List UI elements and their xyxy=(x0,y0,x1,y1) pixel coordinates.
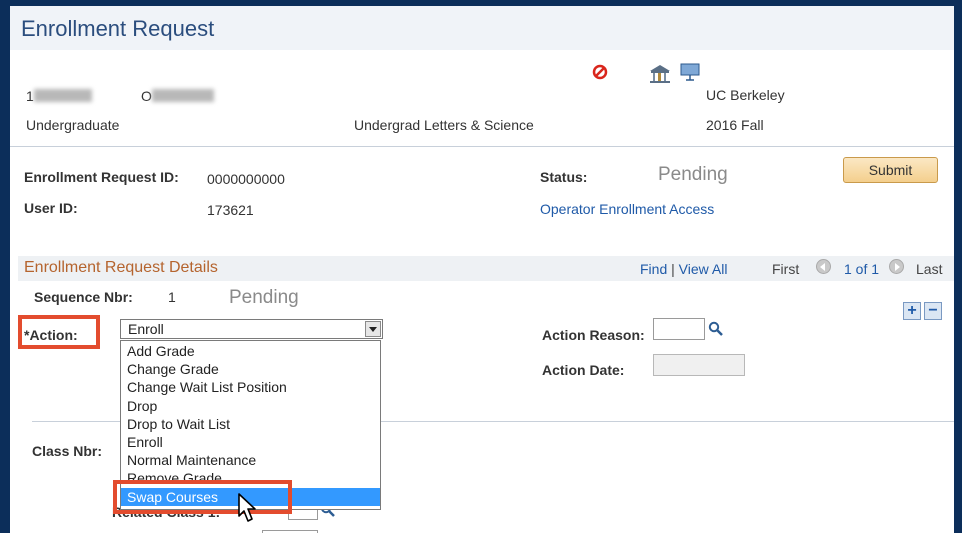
student-id: 1 xyxy=(26,88,92,104)
submit-button[interactable]: Submit xyxy=(843,157,938,183)
request-id-label: Enrollment Request ID: xyxy=(24,169,179,185)
action-reason-input[interactable] xyxy=(653,318,705,340)
status-value: Pending xyxy=(658,164,728,185)
title-bar: Enrollment Request xyxy=(10,6,954,50)
option-normal-maintenance[interactable]: Normal Maintenance xyxy=(121,451,380,469)
first-label: First xyxy=(772,261,800,277)
find-link[interactable]: Find xyxy=(640,261,667,277)
view-all-link[interactable]: View All xyxy=(679,261,728,277)
sequence-status: Pending xyxy=(229,287,299,308)
option-add-grade[interactable]: Add Grade xyxy=(121,342,380,360)
chevron-down-icon[interactable] xyxy=(365,321,381,337)
user-id-label: User ID: xyxy=(24,200,78,216)
status-label: Status: xyxy=(540,169,588,185)
divider xyxy=(10,146,954,147)
details-section-title: Enrollment Request Details xyxy=(24,259,218,276)
option-change-wait-list-position[interactable]: Change Wait List Position xyxy=(121,378,380,396)
delete-row-button[interactable]: − xyxy=(924,302,942,320)
sequence-value: 1 xyxy=(168,289,176,305)
add-row-button[interactable]: + xyxy=(903,302,921,320)
option-drop-to-wait-list[interactable]: Drop to Wait List xyxy=(121,415,380,433)
request-id-value: 0000000000 xyxy=(207,171,285,187)
option-drop[interactable]: Drop xyxy=(121,397,380,415)
next-button[interactable] xyxy=(889,258,904,276)
program: Undergrad Letters & Science xyxy=(354,117,534,133)
mouse-pointer-icon xyxy=(238,493,256,522)
sequence-label: Sequence Nbr: xyxy=(34,289,133,305)
next-icon xyxy=(889,259,904,275)
previous-icon xyxy=(816,259,831,275)
student-name: O xyxy=(141,88,214,104)
user-id-value: 173621 xyxy=(207,202,254,218)
institution: UC Berkeley xyxy=(706,87,785,103)
page-frame: Enrollment Request 1 O UC Berkeley Under… xyxy=(10,6,954,533)
prohibited-icon[interactable] xyxy=(592,64,608,80)
career: Undergraduate xyxy=(26,117,120,133)
grid-nav: Find | View All xyxy=(640,261,727,277)
class-nbr-label: Class Nbr: xyxy=(32,443,103,459)
action-select[interactable]: Enroll xyxy=(120,319,383,339)
action-date-field xyxy=(653,354,745,376)
term: 2016 Fall xyxy=(706,117,764,133)
operator-enrollment-link[interactable]: Operator Enrollment Access xyxy=(540,201,714,217)
option-enroll[interactable]: Enroll xyxy=(121,433,380,451)
previous-button[interactable] xyxy=(816,258,831,276)
magnifier-icon[interactable] xyxy=(708,321,724,337)
page-info: 1 of 1 xyxy=(844,261,880,277)
action-selected-value: Enroll xyxy=(128,321,164,337)
action-highlight-box xyxy=(18,315,100,349)
action-reason-label: Action Reason: xyxy=(542,327,645,343)
presentation-icon[interactable] xyxy=(680,62,700,82)
details-section-bar: Enrollment Request Details xyxy=(18,256,954,281)
last-label: Last xyxy=(916,261,943,277)
page-title: Enrollment Request xyxy=(21,16,215,41)
redacted-name xyxy=(151,89,214,102)
option-change-grade[interactable]: Change Grade xyxy=(121,360,380,378)
action-date-label: Action Date: xyxy=(542,362,625,378)
nav-separator: | xyxy=(671,261,675,277)
redacted-id xyxy=(33,89,92,102)
bank-icon[interactable] xyxy=(649,64,671,84)
swap-courses-highlight-box xyxy=(113,480,292,514)
